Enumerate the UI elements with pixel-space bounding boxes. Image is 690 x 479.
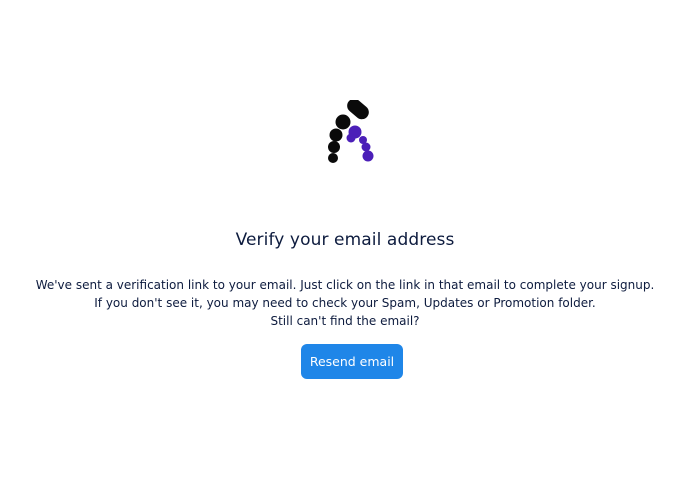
resend-email-button[interactable]: Resend email: [301, 344, 403, 379]
message-line-3: Still can't find the email?: [270, 314, 420, 328]
brand-logo: [328, 100, 374, 163]
verify-email-page: Verify your email address We've sent a v…: [0, 0, 690, 479]
verification-message: We've sent a verification link to your e…: [0, 276, 690, 330]
message-line-2: If you don't see it, you may need to che…: [94, 296, 596, 310]
page-title: Verify your email address: [235, 230, 455, 250]
message-line-1: We've sent a verification link to your e…: [35, 278, 655, 292]
logo-accent-stroke: [346, 125, 374, 162]
